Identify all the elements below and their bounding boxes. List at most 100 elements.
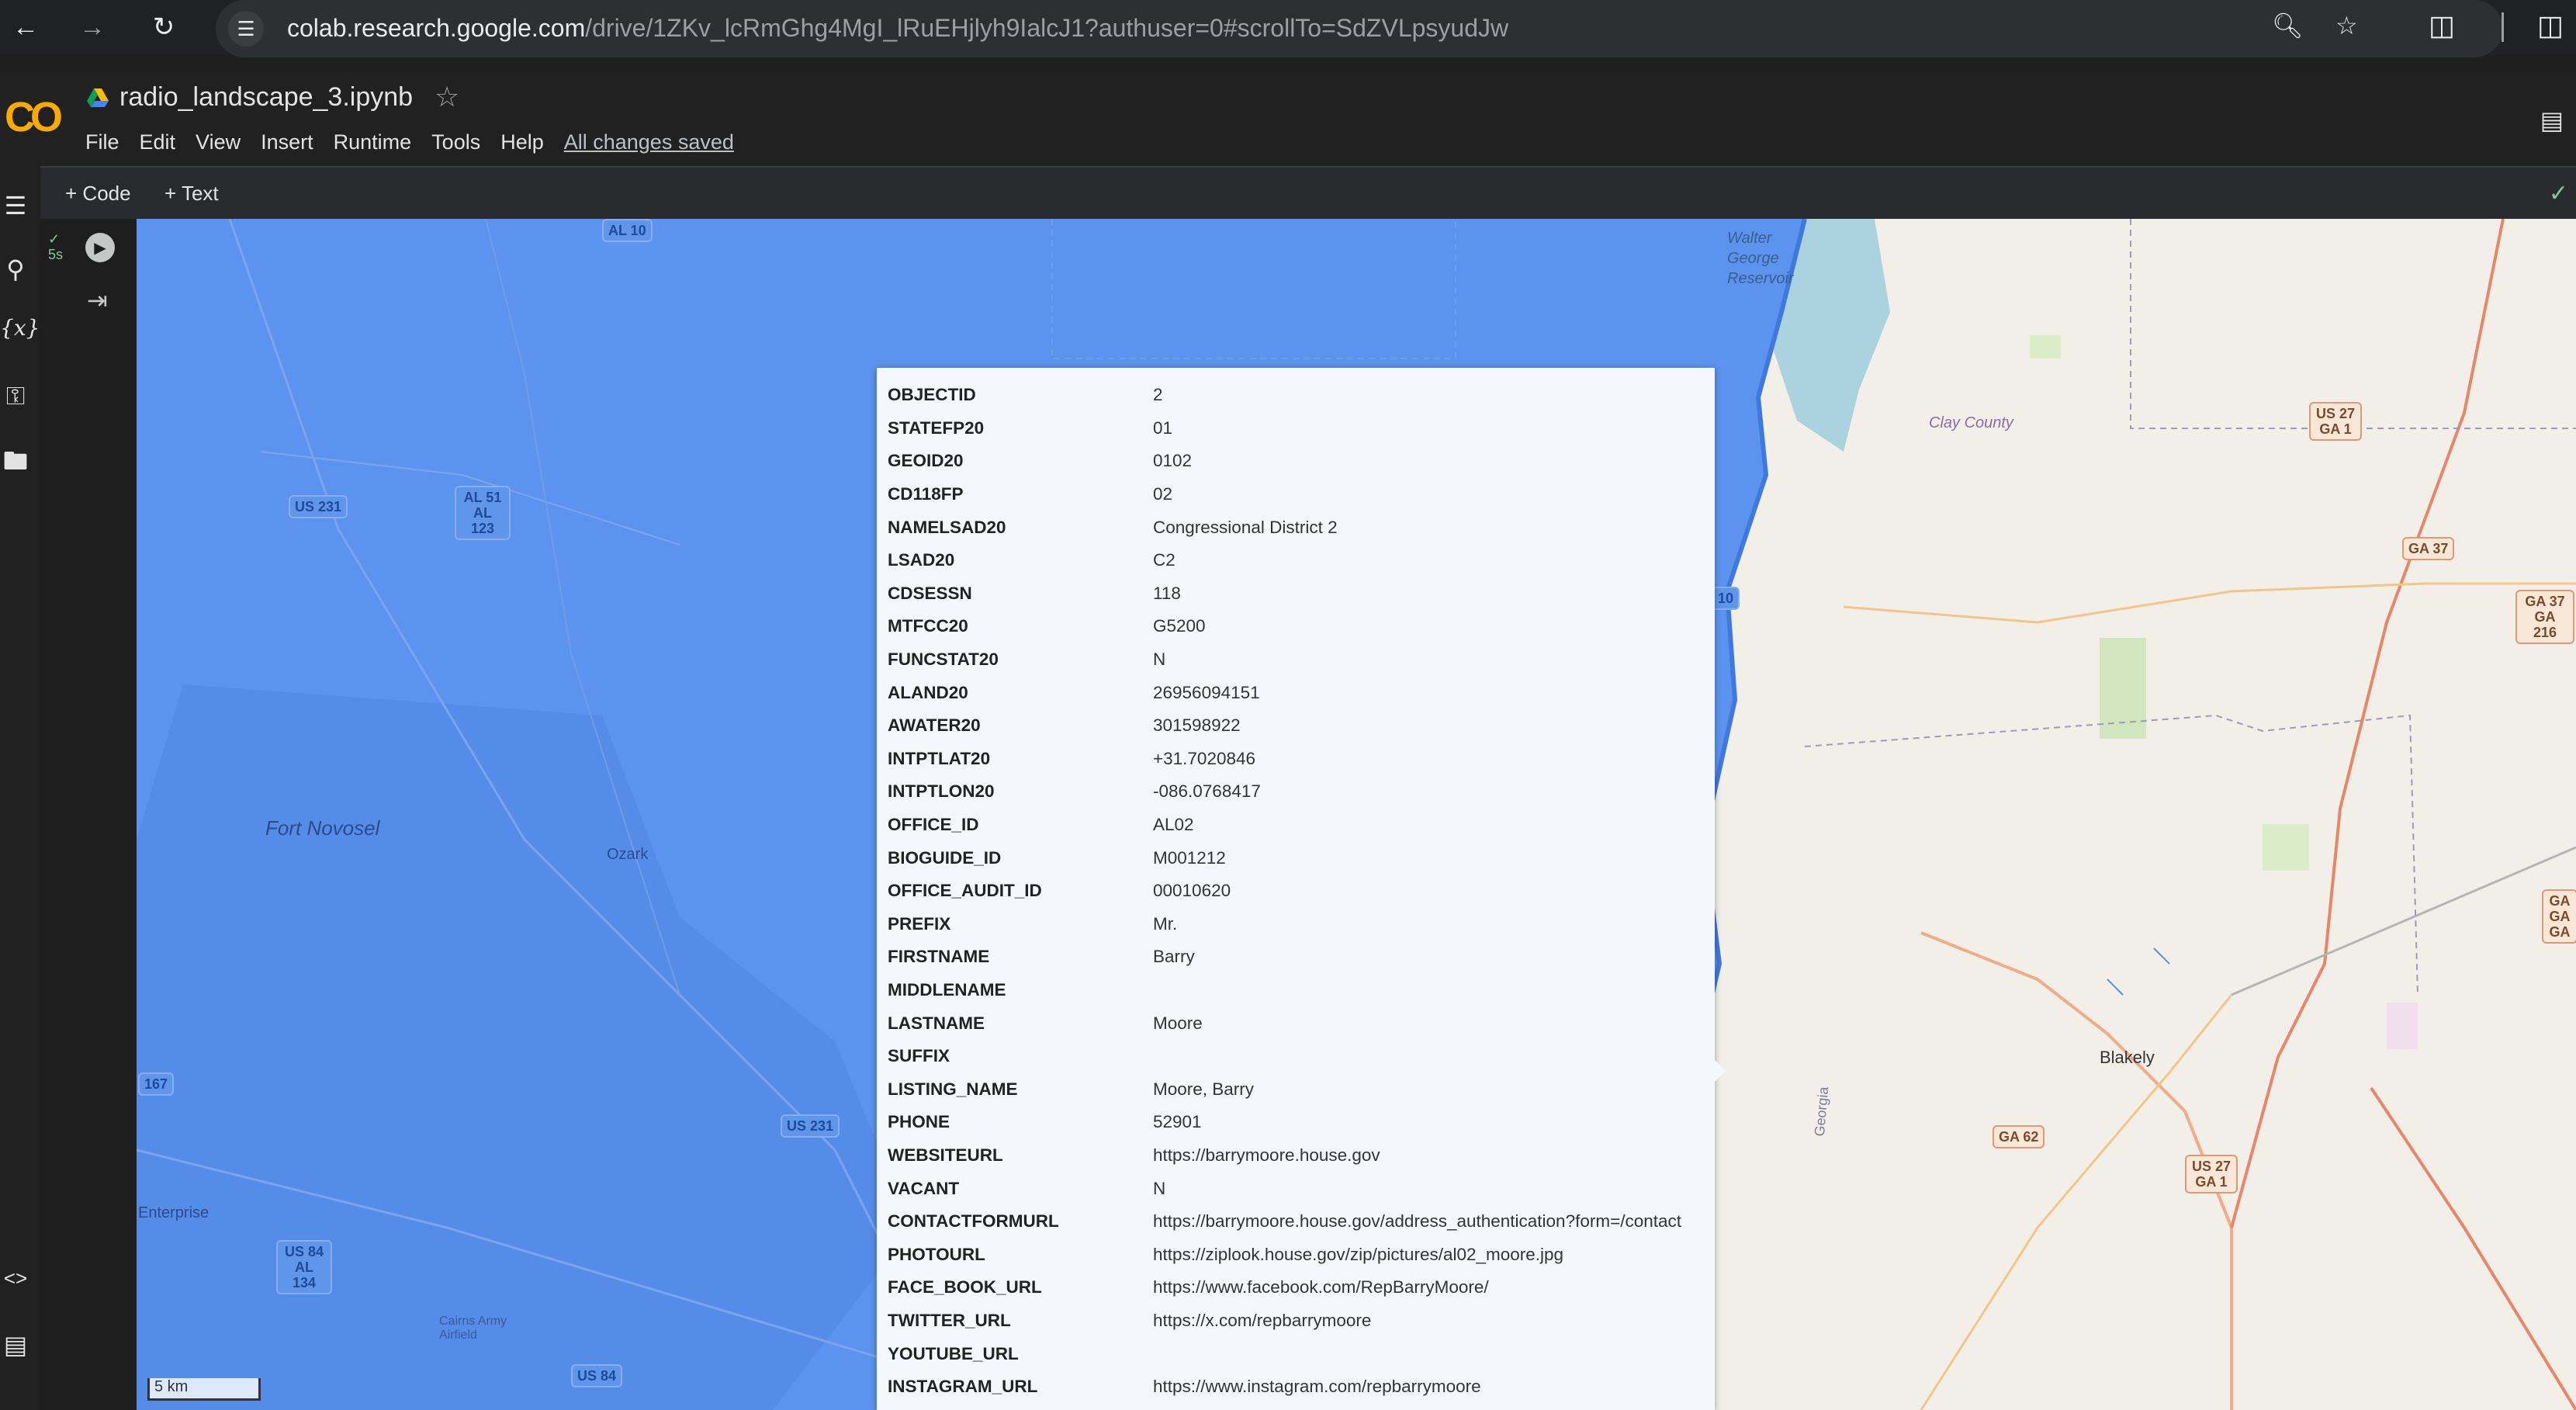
attribute-row: INTPTLON20 -086.0768417 [888, 775, 1681, 809]
menu-tools[interactable]: Tools [431, 130, 480, 154]
toolbar-divider [2502, 12, 2504, 42]
run-cell-button[interactable]: ▶ [85, 233, 115, 262]
table-of-contents-icon[interactable]: ☰ [0, 191, 31, 220]
attribute-row: CDSESSN 118 [888, 577, 1681, 611]
output-actions-icon[interactable]: ⇥ [87, 286, 108, 315]
attribute-value: -086.0768417 [1153, 781, 1261, 802]
attribute-value: 118 [1153, 583, 1181, 603]
save-status[interactable]: All changes saved [564, 130, 734, 154]
url-host: colab.research.google.com [287, 14, 586, 42]
attribute-row: MIDDLENAME [888, 974, 1681, 1007]
attribute-row: FUNCSTAT20 N [888, 643, 1681, 677]
attribute-value: AL02 [1153, 815, 1194, 835]
menu-bar: File Edit View Insert Runtime Tools Help… [85, 130, 734, 154]
attribute-key: LASTNAME [888, 1013, 985, 1033]
attribute-row: OFFICE_AUDIT_ID 00010620 [888, 875, 1681, 908]
drive-icon [87, 88, 109, 107]
site-info-icon[interactable]: ☰ [228, 11, 264, 47]
attribute-row: PHOTOURL https://ziplook.house.gov/zip/pi… [888, 1238, 1681, 1271]
attribute-value: 301598922 [1153, 715, 1241, 736]
attribute-value [1153, 1040, 1681, 1073]
attribute-key: OFFICE_ID [888, 815, 979, 835]
bookmark-star-icon[interactable]: ☆ [2335, 11, 2358, 40]
attribute-value: https://barrymoore.house.gov [1153, 1145, 1380, 1165]
attribute-row: INSTAGRAM_URL https://www.instagram.com/r… [888, 1370, 1681, 1404]
menu-insert[interactable]: Insert [261, 130, 313, 154]
attribute-row: BIOGUIDE_ID M001212 [888, 841, 1681, 875]
attributes-table: OBJECTID 2 STATEFP20 01 GEOID20 0102 CD118FP 02… [888, 379, 1681, 1403]
menu-runtime[interactable]: Runtime [334, 130, 412, 154]
map-scale-bar: 5 km [147, 1378, 261, 1401]
address-bar[interactable]: ☰ colab.research.google.com/drive/1ZKv_l… [216, 0, 2503, 57]
browser-toolbar: ← → ↻ ☰ colab.research.google.com/drive/… [0, 0, 2576, 57]
notebook-toolbar: + Code + Text ✓ [0, 166, 2576, 220]
url-path: /drive/1ZKv_lcRmGhg4MgI_lRuEHjlyh9IalcJ1… [585, 14, 1509, 42]
attribute-key: WEBSITEURL [888, 1145, 1003, 1165]
colab-logo[interactable]: CO [5, 93, 63, 141]
zoom-icon[interactable]: 🔍︎ [2272, 11, 2304, 40]
attribute-row: GEOID20 0102 [888, 445, 1681, 478]
attribute-value: https://www.instagram.com/repbarrymoore [1153, 1377, 1481, 1397]
shield-ga62: GA 62 [1993, 1125, 2045, 1148]
url-text[interactable]: colab.research.google.com/drive/1ZKv_lcR… [287, 14, 1508, 43]
attribute-value: Moore [1153, 1013, 1203, 1033]
attribute-key: INTPTLON20 [888, 781, 995, 802]
secrets-key-icon[interactable]: ⚿ [0, 382, 31, 411]
attribute-row: CD118FP 02 [888, 478, 1681, 511]
shield-us231-a: US 231 [289, 495, 348, 518]
code-snippets-icon[interactable]: <> [0, 1266, 31, 1290]
add-text-label: Text [181, 182, 219, 205]
attribute-row: STATEFP20 01 [888, 412, 1681, 445]
attribute-value: https://x.com/repbarrymoore [1153, 1310, 1372, 1330]
attribute-row: NAMELSAD20 Congressional District 2 [888, 511, 1681, 544]
attribute-row: WEBSITEURL https://barrymoore.house.gov [888, 1139, 1681, 1173]
feature-popup[interactable]: OBJECTID 2 STATEFP20 01 GEOID20 0102 CD118FP 02… [877, 368, 1715, 1410]
variables-icon[interactable]: {x} [0, 315, 40, 341]
attribute-key: TWITTER_URL [888, 1310, 1011, 1330]
add-text-button[interactable]: + Text [164, 182, 219, 206]
extensions-icon[interactable]: ◫ [2429, 9, 2455, 42]
shield-us231-b: US 231 [781, 1114, 840, 1138]
attribute-value [1153, 1337, 1681, 1370]
attribute-row: ALAND20 26956094151 [888, 676, 1681, 709]
star-icon[interactable]: ☆ [435, 81, 459, 113]
back-arrow-icon[interactable]: ← [8, 9, 43, 45]
forward-arrow-icon[interactable]: → [74, 9, 110, 45]
command-palette-icon[interactable]: ▤ [0, 1330, 31, 1360]
runtime-connected-icon[interactable]: ✓ [2549, 180, 2568, 207]
side-panel-icon[interactable]: ◫ [2537, 9, 2564, 42]
execution-status: ✓ 5s [48, 231, 64, 262]
attribute-row: VACANT N [888, 1172, 1681, 1205]
shield-r10: 10 [1712, 587, 1740, 610]
attribute-row: LSAD20 C2 [888, 544, 1681, 577]
attribute-value: 26956094151 [1153, 682, 1260, 702]
menu-edit[interactable]: Edit [140, 130, 176, 154]
attribute-row: YOUTUBE_URL [888, 1337, 1681, 1370]
attribute-key: GEOID20 [888, 451, 964, 471]
attribute-key: YOUTUBE_URL [888, 1343, 1019, 1363]
notebook-name[interactable]: radio_landscape_3.ipynb [119, 82, 413, 113]
map-label-enterprise: Enterprise [138, 1204, 209, 1221]
attribute-value: G5200 [1153, 616, 1206, 636]
map-label-fort-novosel: Fort Novosel [265, 816, 380, 840]
left-sidebar: ☰ ⚲ {x} ⚿ 🖿︎ <> ▤ [0, 166, 40, 1410]
reload-icon[interactable]: ↻ [146, 9, 182, 45]
search-icon[interactable]: ⚲ [0, 255, 31, 284]
add-code-label: Code [82, 182, 131, 205]
add-code-button[interactable]: + Code [65, 182, 131, 206]
files-folder-icon[interactable]: 🖿︎ [0, 444, 31, 486]
menu-help[interactable]: Help [500, 130, 544, 154]
attribute-value [1153, 974, 1681, 1007]
attribute-value: 01 [1153, 417, 1173, 438]
attribute-value: 00010620 [1153, 881, 1231, 901]
map-label-ozark: Ozark [607, 846, 649, 863]
attribute-value: Mr. [1153, 913, 1178, 934]
popup-caret [1715, 1060, 1726, 1082]
attribute-value: C2 [1153, 550, 1175, 570]
menu-view[interactable]: View [196, 130, 241, 154]
attribute-value: https://ziplook.house.gov/zip/pictures/a… [1153, 1244, 1564, 1264]
menu-file[interactable]: File [85, 130, 119, 154]
attribute-row: LISTING_NAME Moore, Barry [888, 1072, 1681, 1106]
comment-icon[interactable]: ▤ [2540, 106, 2564, 135]
attribute-value: N [1153, 650, 1166, 670]
